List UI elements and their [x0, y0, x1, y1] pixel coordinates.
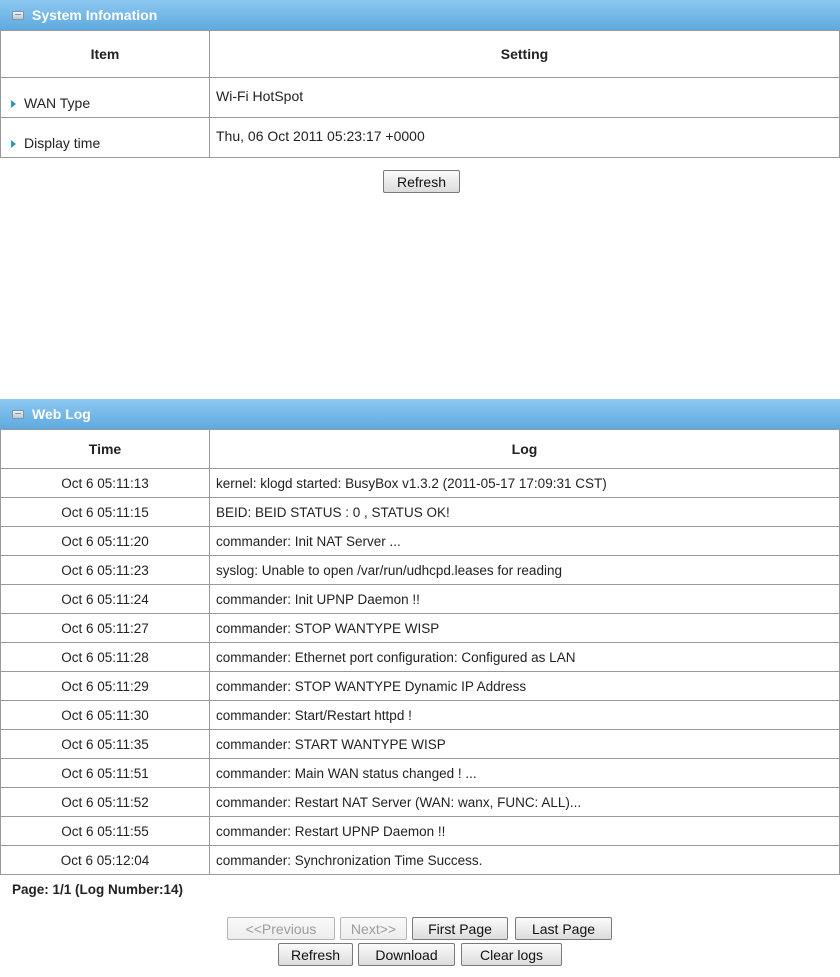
log-message: commander: Synchronization Time Success. [209, 845, 840, 875]
log-time: Oct 6 05:11:24 [0, 584, 210, 614]
log-time: Oct 6 05:11:28 [0, 642, 210, 672]
window-icon [12, 10, 24, 20]
table-row: Oct 6 05:11:51 commander: Main WAN status… [0, 758, 840, 788]
log-message: commander: STOP WANTYPE Dynamic IP Addre… [209, 671, 840, 701]
log-time: Oct 6 05:11:23 [0, 555, 210, 585]
log-message: commander: STOP WANTYPE WISP [209, 613, 840, 643]
table-row: Oct 6 05:11:13 kernel: klogd started: Bus… [0, 468, 840, 498]
log-time: Oct 6 05:11:27 [0, 613, 210, 643]
column-header-log: Log [209, 429, 840, 469]
table-row: Oct 6 05:11:20 commander: Init NAT Server… [0, 526, 840, 556]
table-row: Display time Thu, 06 Oct 2011 05:23:17 +… [0, 117, 840, 158]
log-message: commander: Init UPNP Daemon !! [209, 584, 840, 614]
arrow-right-icon [11, 140, 16, 149]
row-value: Wi-Fi HotSpot [209, 77, 840, 118]
table-row: Oct 6 05:12:04 commander: Synchronization… [0, 845, 840, 875]
log-message: commander: Restart UPNP Daemon !! [209, 816, 840, 846]
last-page-button[interactable]: Last Page [515, 917, 612, 940]
log-message: kernel: klogd started: BusyBox v1.3.2 (2… [209, 468, 840, 498]
log-time: Oct 6 05:11:13 [0, 468, 210, 498]
clear-logs-button[interactable]: Clear logs [461, 943, 562, 966]
log-message: commander: Start/Restart httpd ! [209, 700, 840, 730]
system-info-header: System Infomation [0, 0, 840, 30]
page-info: Page: 1/1 (Log Number:14) [12, 882, 184, 897]
log-time: Oct 6 05:11:51 [0, 758, 210, 788]
row-label-cell: WAN Type [0, 77, 210, 118]
previous-button[interactable]: <<Previous [227, 917, 335, 940]
refresh-button[interactable]: Refresh [383, 170, 460, 193]
log-time: Oct 6 05:11:20 [0, 526, 210, 556]
log-time: Oct 6 05:11:30 [0, 700, 210, 730]
table-row: Oct 6 05:11:24 commander: Init UPNP Daemo… [0, 584, 840, 614]
log-time: Oct 6 05:11:29 [0, 671, 210, 701]
system-info-title: System Infomation [32, 7, 158, 23]
download-button[interactable]: Download [358, 943, 455, 966]
system-info-table: Item Setting WAN Type Wi-Fi HotSpot Disp… [0, 30, 840, 158]
row-value: Thu, 06 Oct 2011 05:23:17 +0000 [209, 117, 840, 158]
log-message: commander: Restart NAT Server (WAN: wanx… [209, 787, 840, 817]
row-label: Display time [24, 135, 101, 151]
log-time: Oct 6 05:11:52 [0, 787, 210, 817]
arrow-right-icon [11, 100, 16, 109]
log-message: commander: Main WAN status changed ! ... [209, 758, 840, 788]
log-refresh-button[interactable]: Refresh [278, 943, 353, 966]
next-button[interactable]: Next>> [340, 917, 407, 940]
table-row: Oct 6 05:11:23 syslog: Unable to open /va… [0, 555, 840, 585]
log-time: Oct 6 05:12:04 [0, 845, 210, 875]
log-message: syslog: Unable to open /var/run/udhcpd.l… [209, 555, 840, 585]
log-time: Oct 6 05:11:55 [0, 816, 210, 846]
table-row: Oct 6 05:11:28 commander: Ethernet port c… [0, 642, 840, 672]
first-page-button[interactable]: First Page [412, 917, 508, 940]
web-log-table: Time Log Oct 6 05:11:13 kernel: klogd sta… [0, 429, 840, 875]
table-row: Oct 6 05:11:15 BEID: BEID STATUS : 0 , ST… [0, 497, 840, 527]
table-row: Oct 6 05:11:27 commander: STOP WANTYPE WI… [0, 613, 840, 643]
log-message: commander: Ethernet port configuration: … [209, 642, 840, 672]
table-row: Oct 6 05:11:30 commander: Start/Restart h… [0, 700, 840, 730]
log-body: Oct 6 05:11:13 kernel: klogd started: Bus… [0, 468, 840, 875]
table-row: Oct 6 05:11:52 commander: Restart NAT Ser… [0, 787, 840, 817]
column-header-time: Time [0, 429, 210, 469]
window-icon [12, 409, 24, 419]
log-message: BEID: BEID STATUS : 0 , STATUS OK! [209, 497, 840, 527]
row-label-cell: Display time [0, 117, 210, 158]
row-label: WAN Type [24, 95, 91, 111]
web-log-title: Web Log [32, 406, 91, 422]
log-header-row: Time Log [0, 429, 840, 469]
log-time: Oct 6 05:11:35 [0, 729, 210, 759]
web-log-header: Web Log [0, 399, 840, 429]
log-time: Oct 6 05:11:15 [0, 497, 210, 527]
table-row: Oct 6 05:11:55 commander: Restart UPNP Da… [0, 816, 840, 846]
log-message: commander: START WANTYPE WISP [209, 729, 840, 759]
table-row: Oct 6 05:11:35 commander: START WANTYPE W… [0, 729, 840, 759]
column-header-item: Item [0, 30, 210, 78]
column-header-setting: Setting [209, 30, 840, 78]
log-message: commander: Init NAT Server ... [209, 526, 840, 556]
table-row: WAN Type Wi-Fi HotSpot [0, 77, 840, 118]
system-info-header-row: Item Setting [0, 30, 840, 78]
table-row: Oct 6 05:11:29 commander: STOP WANTYPE Dy… [0, 671, 840, 701]
